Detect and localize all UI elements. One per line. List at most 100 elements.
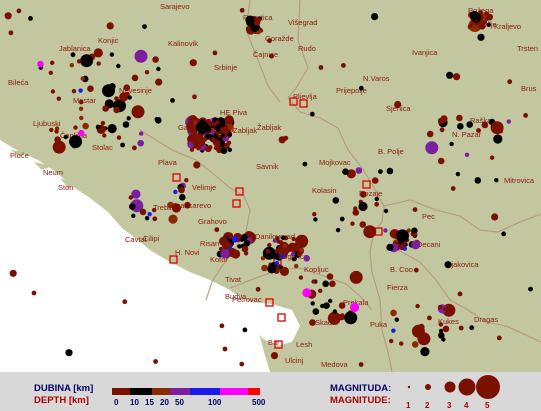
earthquake-marker[interactable] bbox=[153, 359, 159, 364]
earthquake-marker[interactable] bbox=[450, 186, 456, 191]
earthquake-marker[interactable] bbox=[267, 242, 272, 248]
earthquake-marker[interactable] bbox=[184, 178, 189, 183]
earthquake-marker[interactable] bbox=[474, 177, 482, 184]
earthquake-marker[interactable] bbox=[63, 134, 68, 140]
earthquake-marker[interactable] bbox=[322, 280, 330, 288]
earthquake-marker[interactable] bbox=[127, 95, 132, 100]
earthquake-marker[interactable] bbox=[28, 16, 33, 21]
earthquake-marker[interactable] bbox=[494, 178, 499, 183]
earthquake-marker[interactable] bbox=[490, 121, 504, 135]
earthquake-marker[interactable] bbox=[129, 203, 136, 210]
earthquake-marker[interactable] bbox=[147, 212, 152, 217]
earthquake-marker[interactable] bbox=[396, 229, 409, 243]
earthquake-marker[interactable] bbox=[114, 96, 119, 101]
earthquake-marker[interactable] bbox=[241, 245, 249, 253]
earthquake-marker[interactable] bbox=[139, 208, 147, 216]
earthquake-marker[interactable] bbox=[210, 137, 216, 142]
earthquake-marker[interactable] bbox=[442, 325, 450, 333]
earthquake-marker[interactable] bbox=[426, 130, 434, 138]
earthquake-marker[interactable] bbox=[219, 323, 225, 329]
earthquake-marker[interactable] bbox=[353, 206, 358, 211]
earthquake-marker[interactable] bbox=[358, 85, 364, 91]
earthquake-marker[interactable] bbox=[253, 19, 261, 26]
earthquake-marker[interactable] bbox=[184, 201, 191, 209]
earthquake-marker[interactable] bbox=[219, 236, 229, 246]
earthquake-marker[interactable] bbox=[342, 168, 349, 175]
earthquake-marker[interactable] bbox=[457, 291, 463, 297]
earthquake-marker[interactable] bbox=[303, 254, 311, 262]
earthquake-marker[interactable] bbox=[16, 8, 22, 14]
earthquake-marker[interactable] bbox=[455, 171, 461, 177]
earthquake-marker[interactable] bbox=[302, 161, 308, 167]
earthquake-marker[interactable] bbox=[383, 208, 389, 214]
earthquake-marker[interactable] bbox=[171, 203, 181, 213]
earthquake-marker[interactable] bbox=[326, 273, 334, 280]
earthquake-marker[interactable] bbox=[267, 38, 272, 44]
earthquake-marker[interactable] bbox=[411, 341, 419, 348]
earthquake-marker[interactable] bbox=[95, 124, 101, 130]
earthquake-marker[interactable] bbox=[170, 98, 175, 103]
earthquake-marker[interactable] bbox=[79, 100, 84, 105]
earthquake-marker[interactable] bbox=[261, 264, 268, 272]
earthquake-marker[interactable] bbox=[523, 113, 528, 118]
earthquake-marker[interactable] bbox=[444, 261, 452, 269]
earthquake-marker[interactable] bbox=[131, 213, 136, 218]
earthquake-marker[interactable] bbox=[443, 307, 448, 312]
earthquake-marker[interactable] bbox=[113, 106, 120, 114]
earthquake-marker[interactable] bbox=[54, 129, 59, 134]
earthquake-marker[interactable] bbox=[386, 243, 394, 251]
earthquake-marker[interactable] bbox=[131, 105, 145, 119]
earthquake-marker[interactable] bbox=[528, 286, 533, 292]
earthquake-marker[interactable] bbox=[87, 85, 94, 92]
earthquake-marker[interactable] bbox=[82, 122, 89, 130]
earthquake-marker[interactable] bbox=[220, 140, 225, 145]
earthquake-marker[interactable] bbox=[311, 279, 316, 284]
earthquake-marker[interactable] bbox=[299, 235, 307, 243]
earthquake-marker[interactable] bbox=[102, 133, 107, 138]
earthquake-marker[interactable] bbox=[477, 33, 485, 41]
earthquake-marker[interactable] bbox=[193, 161, 201, 169]
earthquake-marker[interactable] bbox=[73, 125, 78, 130]
earthquake-marker[interactable] bbox=[156, 66, 161, 72]
earthquake-marker[interactable] bbox=[134, 49, 148, 63]
earthquake-marker[interactable] bbox=[358, 201, 368, 212]
earthquake-marker[interactable] bbox=[478, 24, 483, 30]
earthquake-marker[interactable] bbox=[294, 263, 299, 269]
earthquake-marker[interactable] bbox=[215, 120, 220, 125]
earthquake-marker[interactable] bbox=[231, 236, 239, 243]
earthquake-marker[interactable] bbox=[100, 120, 106, 126]
earthquake-marker[interactable] bbox=[239, 361, 245, 367]
earthquake-marker[interactable] bbox=[291, 236, 296, 242]
earthquake-marker[interactable] bbox=[243, 251, 249, 256]
earthquake-marker[interactable] bbox=[280, 253, 286, 259]
earthquake-marker[interactable] bbox=[241, 233, 248, 241]
earthquake-marker[interactable] bbox=[394, 100, 402, 109]
earthquake-marker[interactable] bbox=[439, 127, 445, 133]
earthquake-marker[interactable] bbox=[344, 311, 358, 325]
earthquake-marker[interactable] bbox=[469, 10, 479, 21]
earthquake-marker[interactable] bbox=[243, 240, 251, 247]
earthquake-marker[interactable] bbox=[493, 134, 503, 144]
earthquake-marker[interactable] bbox=[152, 56, 159, 63]
earthquake-marker[interactable] bbox=[31, 290, 37, 296]
earthquake-marker[interactable] bbox=[48, 70, 53, 76]
earthquake-marker[interactable] bbox=[212, 50, 218, 56]
earthquake-marker[interactable] bbox=[438, 322, 443, 327]
earthquake-marker[interactable] bbox=[378, 169, 383, 175]
earthquake-marker[interactable] bbox=[231, 249, 241, 259]
earthquake-marker[interactable] bbox=[78, 129, 85, 137]
earthquake-marker[interactable] bbox=[360, 191, 367, 198]
earthquake-marker[interactable] bbox=[122, 299, 128, 305]
earthquake-marker[interactable] bbox=[70, 52, 76, 58]
earthquake-marker[interactable] bbox=[374, 196, 379, 202]
earthquake-marker[interactable] bbox=[464, 152, 470, 157]
earthquake-marker[interactable] bbox=[80, 76, 85, 81]
earthquake-marker[interactable] bbox=[246, 19, 253, 27]
earthquake-marker[interactable] bbox=[437, 304, 443, 310]
earthquake-marker[interactable] bbox=[491, 213, 499, 221]
earthquake-marker[interactable] bbox=[437, 157, 445, 165]
earthquake-marker[interactable] bbox=[318, 65, 324, 70]
earthquake-marker[interactable] bbox=[312, 212, 317, 217]
earthquake-marker[interactable] bbox=[76, 59, 82, 64]
earthquake-marker[interactable] bbox=[456, 114, 463, 122]
